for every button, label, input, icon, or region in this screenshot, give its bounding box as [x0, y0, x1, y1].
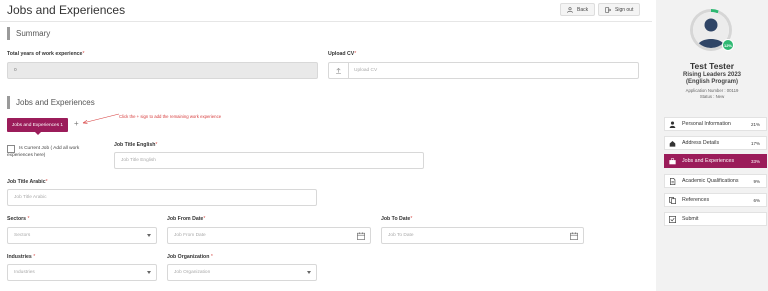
- chevron-down-icon: [147, 271, 151, 274]
- experience-field[interactable]: 0: [7, 62, 318, 79]
- program-name: Rising Leaders 2023 (English Program): [682, 72, 742, 85]
- calendar-icon[interactable]: [357, 232, 365, 240]
- completion-badge: 12%: [722, 39, 734, 51]
- sidebar-item-label: References: [682, 197, 710, 203]
- add-experience-button[interactable]: +: [74, 119, 79, 128]
- sidebar-item-percent: 21%: [750, 121, 760, 127]
- sidebar-item-label: Address Details: [682, 140, 720, 146]
- job-to-date-label: Job To Date*: [381, 216, 413, 222]
- briefcase-icon: [669, 157, 676, 165]
- chevron-down-icon: [307, 271, 311, 274]
- references-icon: [669, 196, 676, 204]
- application-number: Application Number : 00119: [685, 88, 739, 93]
- industries-value: Industries: [14, 270, 35, 275]
- job-title-english-input[interactable]: Job Title English: [114, 152, 424, 169]
- user-icon: [669, 121, 676, 128]
- submit-icon: [669, 215, 676, 223]
- upload-cv-placeholder: Upload CV: [354, 68, 378, 73]
- header-divider: [0, 21, 652, 22]
- sidebar-item-percent: 17%: [750, 140, 760, 146]
- job-from-date-label: Job From Date*: [167, 216, 206, 222]
- application-status: Status : New: [699, 94, 725, 99]
- sidebar-item-label: Academic Qualifications: [682, 178, 739, 184]
- upload-cv-label: Upload CV*: [328, 51, 357, 57]
- tab-caret-icon: [35, 132, 41, 135]
- sidebar-item-label: Submit: [682, 216, 699, 222]
- sidebar-item-academic-qualifications[interactable]: Academic Qualifications 9%: [664, 174, 767, 188]
- avatar: 12%: [690, 9, 734, 51]
- sectors-select[interactable]: Sectors: [7, 227, 157, 244]
- sidebar-item-address-details[interactable]: Address Details 17%: [664, 136, 767, 150]
- jobs-section-title: Jobs and Experiences: [16, 98, 95, 107]
- back-button[interactable]: Back: [560, 3, 596, 16]
- sectors-value: Sectors: [14, 233, 31, 238]
- add-experience-hint: Click the + sign to add the remaining wo…: [119, 114, 222, 119]
- job-organization-value: Job Organization: [174, 270, 211, 275]
- sidebar-item-percent: 9%: [753, 178, 760, 184]
- sidebar-item-references[interactable]: References 6%: [664, 193, 767, 207]
- section-marker: [7, 96, 10, 109]
- user-icon: [567, 6, 573, 13]
- job-to-date-placeholder: Job To Date: [388, 233, 414, 238]
- job-to-date-input[interactable]: Job To Date: [381, 227, 584, 244]
- section-marker: [7, 27, 10, 40]
- back-label: Back: [577, 6, 589, 13]
- tab-jobs-and-experiences-1[interactable]: Jobs and Experiences 1: [7, 118, 68, 132]
- job-title-arabic-label: Job Title Arabic*: [7, 179, 48, 185]
- sidebar-item-label: Jobs and Experiences: [682, 158, 735, 164]
- summary-section-title: Summary: [16, 29, 51, 38]
- sign-out-icon: [605, 6, 611, 13]
- home-icon: [669, 140, 676, 147]
- sidebar-item-percent: 6%: [753, 197, 760, 203]
- sidebar-item-label: Personal Information: [682, 121, 731, 127]
- job-from-date-input[interactable]: Job From Date: [167, 227, 371, 244]
- calendar-icon[interactable]: [570, 232, 578, 240]
- chevron-down-icon: [147, 234, 151, 237]
- hint-arrow-icon: [82, 113, 120, 124]
- sidebar-item-jobs-and-experiences[interactable]: Jobs and Experiences 33%: [664, 154, 767, 168]
- job-from-date-placeholder: Job From Date: [174, 233, 206, 238]
- sign-out-label: Sign out: [615, 6, 634, 13]
- job-organization-label: Job Organization *: [167, 254, 213, 260]
- sectors-label: Sectors *: [7, 216, 30, 222]
- industries-label: Industries *: [7, 254, 36, 260]
- experience-label: Total years of work experience*: [7, 51, 85, 57]
- industries-select[interactable]: Industries: [7, 264, 157, 281]
- page-title: Jobs and Experiences: [7, 3, 126, 17]
- sidebar-item-submit[interactable]: Submit: [664, 212, 767, 226]
- upload-icon: [329, 63, 349, 78]
- upload-cv-field[interactable]: Upload CV: [328, 62, 639, 79]
- job-organization-select[interactable]: Job Organization: [167, 264, 317, 281]
- current-job-label: Is Current Job ( Add all work experience…: [7, 146, 80, 158]
- job-title-arabic-input[interactable]: Job Title Arabic: [7, 189, 317, 206]
- sign-out-button[interactable]: Sign out: [598, 3, 641, 16]
- document-icon: [669, 177, 676, 185]
- sidebar-item-personal-information[interactable]: Personal Information 21%: [664, 117, 767, 131]
- sidebar-item-percent: 33%: [750, 158, 760, 164]
- job-title-english-label: Job Title English*: [114, 142, 158, 148]
- user-name: Test Tester: [689, 61, 735, 71]
